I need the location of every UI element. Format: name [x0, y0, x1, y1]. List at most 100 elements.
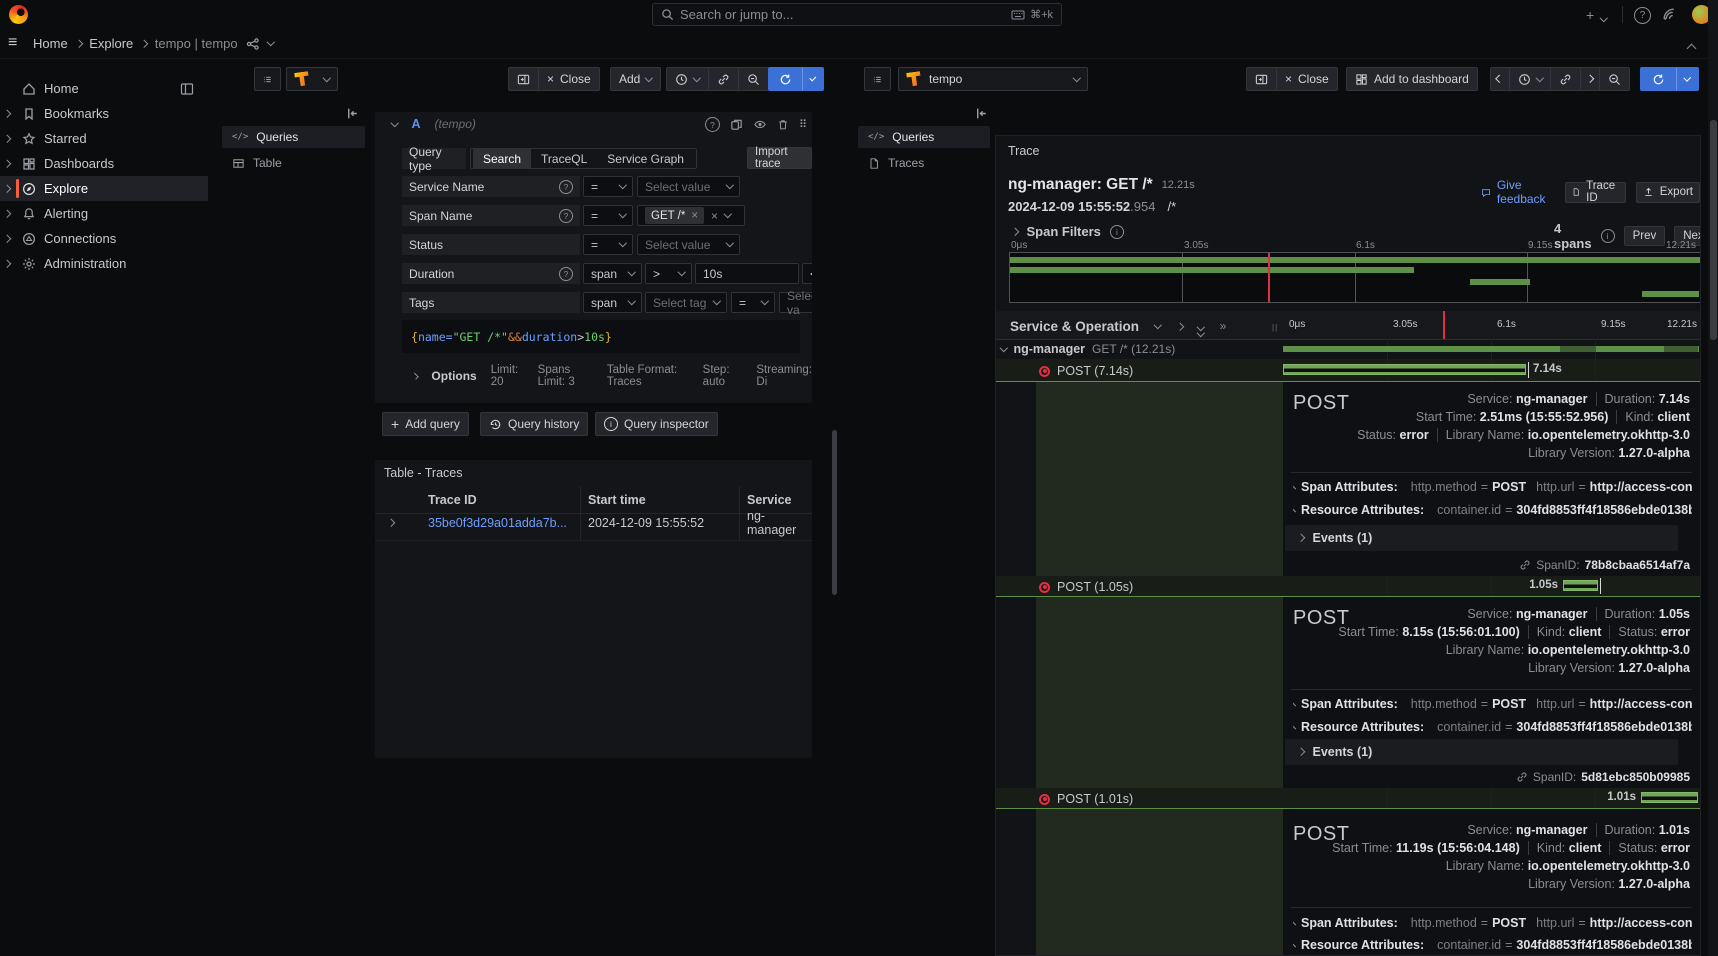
split-pane-button[interactable]: [508, 67, 538, 91]
run-query-button[interactable]: [1640, 67, 1676, 91]
span-bar[interactable]: [1641, 792, 1698, 803]
right-rail-tab-queries[interactable]: </> Queries: [858, 126, 990, 148]
expand-one-icon[interactable]: [1175, 322, 1183, 330]
span-bar[interactable]: [1283, 364, 1526, 375]
collapse-one-icon[interactable]: [1154, 321, 1162, 329]
column-resize-handle[interactable]: ||: [1272, 323, 1278, 332]
shift-time-forward-button[interactable]: [1580, 67, 1599, 91]
trace-id-button[interactable]: Trace ID: [1565, 182, 1626, 203]
options-expand-icon[interactable]: [412, 372, 419, 379]
right-rail-tab-traces[interactable]: Traces: [858, 152, 990, 174]
left-close-button[interactable]: ×Close: [538, 67, 600, 91]
tab-traceql[interactable]: TraceQL: [531, 148, 597, 169]
events-row[interactable]: Events (1): [1285, 739, 1678, 765]
sidebar-item-home[interactable]: Home: [0, 76, 208, 101]
add-query-button[interactable]: +Add query: [382, 412, 469, 436]
export-button[interactable]: Export: [1636, 182, 1700, 203]
news-icon[interactable]: [1662, 7, 1677, 22]
grafana-logo[interactable]: [9, 5, 28, 24]
resource-attributes-row[interactable]: Resource Attributes:container.id=304fd88…: [1293, 503, 1692, 517]
status-value-select[interactable]: Select value: [637, 234, 740, 255]
collapse-all-icon[interactable]: [1198, 317, 1204, 336]
resource-attributes-row[interactable]: Resource Attributes:container.id=304fd88…: [1293, 720, 1692, 734]
expand-all-icon[interactable]: »: [1220, 319, 1227, 333]
run-query-interval-button[interactable]: [802, 67, 824, 91]
events-row[interactable]: Events (1): [1285, 525, 1678, 551]
span-attributes-row[interactable]: Span Attributes:http.method=POSThttp.url…: [1293, 697, 1692, 711]
breadcrumb-home[interactable]: Home: [33, 36, 68, 51]
collapse-right-rail-icon[interactable]: [974, 106, 989, 121]
span-attributes-row[interactable]: Span Attributes:http.method=POSThttp.url…: [1293, 916, 1692, 930]
duration-max-operator-select[interactable]: <: [802, 263, 812, 284]
span-attributes-row[interactable]: Span Attributes:http.method=POSThttp.url…: [1293, 480, 1692, 494]
span-name-operator-select[interactable]: =: [583, 205, 633, 226]
zoom-out-button[interactable]: [738, 67, 769, 91]
query-inspector-button[interactable]: i Query inspector: [595, 412, 718, 436]
panel-title[interactable]: Trace: [1008, 144, 1040, 158]
share-icon[interactable]: [246, 37, 260, 51]
span-row[interactable]: POST (1.05s) 1.05s: [996, 576, 1700, 596]
right-close-button[interactable]: ×Close: [1276, 67, 1338, 91]
drag-handle-icon[interactable]: ⠿: [799, 118, 807, 131]
trace-minimap[interactable]: [1009, 252, 1701, 303]
add-to-dashboard-button[interactable]: Add to dashboard: [1346, 67, 1478, 91]
resource-attributes-row[interactable]: Resource Attributes:container.id=304fd88…: [1293, 938, 1692, 952]
duplicate-query-icon[interactable]: [730, 118, 743, 131]
collapse-left-rail-icon[interactable]: [345, 106, 360, 121]
status-operator-select[interactable]: =: [583, 234, 633, 255]
run-query-button[interactable]: [768, 67, 802, 91]
query-options-row[interactable]: Options Limit: 20 Spans Limit: 3 Table F…: [413, 364, 812, 388]
copy-time-link-button[interactable]: [1550, 67, 1580, 91]
tags-key-select[interactable]: Select tag: [645, 292, 727, 313]
expand-row-icon[interactable]: [387, 519, 395, 527]
span-row[interactable]: POST (1.01s) 1.01s: [996, 788, 1700, 808]
window-scrollbar-track[interactable]: [1708, 0, 1718, 956]
service-name-value-select[interactable]: Select value: [637, 176, 740, 197]
left-add-button[interactable]: Add: [610, 67, 661, 91]
import-trace-button[interactable]: Import trace: [747, 147, 812, 169]
span-row-root[interactable]: ng-manager GET /* (12.21s): [996, 339, 1700, 360]
give-feedback-link[interactable]: Give feedback: [1481, 178, 1555, 206]
query-help-icon[interactable]: ?: [705, 117, 720, 132]
left-outline-button[interactable]: [254, 67, 281, 91]
tags-scope-select[interactable]: span: [583, 292, 642, 313]
tab-search[interactable]: Search: [473, 148, 531, 169]
time-picker-button[interactable]: [666, 67, 708, 91]
sidebar-item-administration[interactable]: Administration: [0, 251, 208, 276]
tags-operator-select[interactable]: =: [731, 292, 775, 313]
query-history-button[interactable]: Query history: [480, 412, 588, 436]
query-collapse-icon[interactable]: [391, 119, 399, 127]
collapse-toolbar-icon[interactable]: [1687, 44, 1697, 54]
service-name-operator-select[interactable]: =: [583, 176, 633, 197]
zoom-out-button[interactable]: [1599, 67, 1630, 91]
help-icon[interactable]: ?: [1634, 7, 1651, 24]
trace-id-link[interactable]: 35be0f3d29a01adda7b...: [428, 516, 567, 530]
sidebar-item-explore[interactable]: Explore: [0, 176, 208, 201]
col-header-trace-id[interactable]: Trace ID: [428, 493, 477, 507]
delete-query-trash-icon[interactable]: [777, 118, 789, 131]
duration-value-input[interactable]: 10s: [695, 263, 799, 284]
duration-operator-select[interactable]: >: [645, 263, 692, 284]
query-ref-id[interactable]: A: [412, 117, 421, 131]
span-bar[interactable]: [1563, 580, 1598, 591]
add-menu-button[interactable]: +: [1586, 7, 1607, 23]
shift-time-back-button[interactable]: [1490, 67, 1509, 91]
tags-value-select[interactable]: Select va: [779, 292, 812, 313]
span-name-chip[interactable]: GET /*×: [645, 207, 704, 224]
col-header-start-time[interactable]: Start time: [588, 493, 646, 507]
right-datasource-picker[interactable]: tempo: [898, 67, 1088, 91]
sidebar-item-connections[interactable]: Connections: [0, 226, 208, 251]
left-pane-scrollbar[interactable]: [832, 430, 837, 595]
breadcrumb-explore[interactable]: Explore: [89, 36, 133, 51]
table-row[interactable]: 35be0f3d29a01adda7b... 2024-12-09 15:55:…: [388, 520, 394, 526]
sidebar-item-alerting[interactable]: Alerting: [0, 201, 208, 226]
sidebar-item-bookmarks[interactable]: Bookmarks: [0, 101, 208, 126]
sidebar-item-dashboards[interactable]: Dashboards: [0, 151, 208, 176]
window-scrollbar-thumb[interactable]: [1710, 120, 1717, 340]
root-span-bar[interactable]: [1283, 346, 1699, 352]
dock-menu-icon[interactable]: [180, 82, 194, 96]
left-rail-tab-queries[interactable]: </> Queries: [222, 126, 365, 148]
link-icon[interactable]: [1516, 771, 1528, 783]
span-filters-toggle[interactable]: Span Filters i: [1012, 224, 1124, 239]
sidebar-item-starred[interactable]: Starred: [0, 126, 208, 151]
